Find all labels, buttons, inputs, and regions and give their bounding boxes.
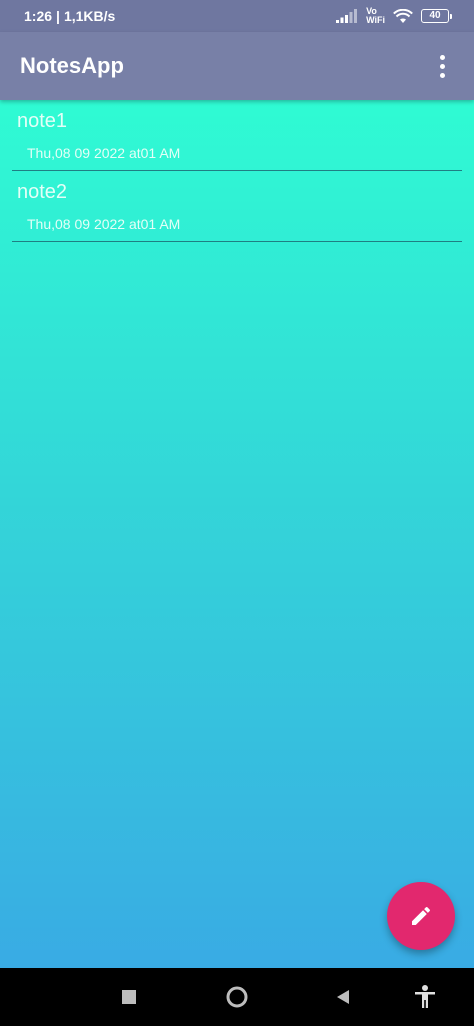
recents-button[interactable] bbox=[112, 968, 146, 1026]
add-note-fab-button[interactable] bbox=[387, 882, 455, 950]
note-title: note1 bbox=[17, 110, 68, 132]
note-list-item[interactable]: note1 Thu,08 09 2022 at01 AM bbox=[12, 100, 462, 171]
back-triangle-icon bbox=[337, 990, 349, 1004]
home-circle-icon bbox=[226, 986, 248, 1008]
note-date: Thu,08 09 2022 at01 AM bbox=[27, 145, 181, 161]
more-vert-icon[interactable] bbox=[430, 46, 454, 86]
back-button[interactable] bbox=[326, 968, 360, 1026]
app-bar: NotesApp bbox=[0, 32, 474, 100]
note-date: Thu,08 09 2022 at01 AM bbox=[27, 216, 181, 232]
note-list-item[interactable]: note2 Thu,08 09 2022 at01 AM bbox=[12, 171, 462, 242]
vowifi-indicator: Vo WiFi bbox=[366, 7, 385, 25]
battery-tip bbox=[450, 13, 452, 19]
home-button[interactable] bbox=[220, 968, 254, 1026]
status-left: 1:26 | 1,1KB/s bbox=[24, 8, 115, 24]
menu-dot bbox=[439, 54, 445, 60]
menu-dot bbox=[439, 72, 445, 78]
notes-app-screen: 1:26 | 1,1KB/s Vo WiFi 40 NotesApp note1… bbox=[0, 0, 474, 1026]
note-title: note2 bbox=[17, 181, 68, 203]
status-right: Vo WiFi 40 bbox=[336, 7, 452, 25]
accessibility-icon bbox=[415, 985, 435, 1008]
accessibility-button[interactable] bbox=[408, 968, 442, 1026]
network-speed: 1,1KB/s bbox=[63, 8, 116, 24]
status-separator: | bbox=[56, 8, 60, 24]
battery-icon: 40 bbox=[421, 9, 452, 23]
system-navigation-bar bbox=[0, 968, 474, 1026]
menu-dot bbox=[439, 63, 445, 69]
wifi-icon bbox=[393, 8, 413, 23]
status-bar: 1:26 | 1,1KB/s Vo WiFi 40 bbox=[0, 0, 474, 32]
edit-pencil-icon bbox=[412, 906, 431, 925]
notes-list[interactable]: note1 Thu,08 09 2022 at01 AM note2 Thu,0… bbox=[0, 100, 474, 968]
status-time: 1:26 bbox=[24, 8, 53, 24]
recents-square-icon bbox=[122, 990, 136, 1004]
battery-level: 40 bbox=[421, 9, 449, 23]
signal-icon bbox=[336, 9, 358, 23]
wifi-label: WiFi bbox=[366, 15, 385, 25]
app-title: NotesApp bbox=[20, 53, 124, 78]
